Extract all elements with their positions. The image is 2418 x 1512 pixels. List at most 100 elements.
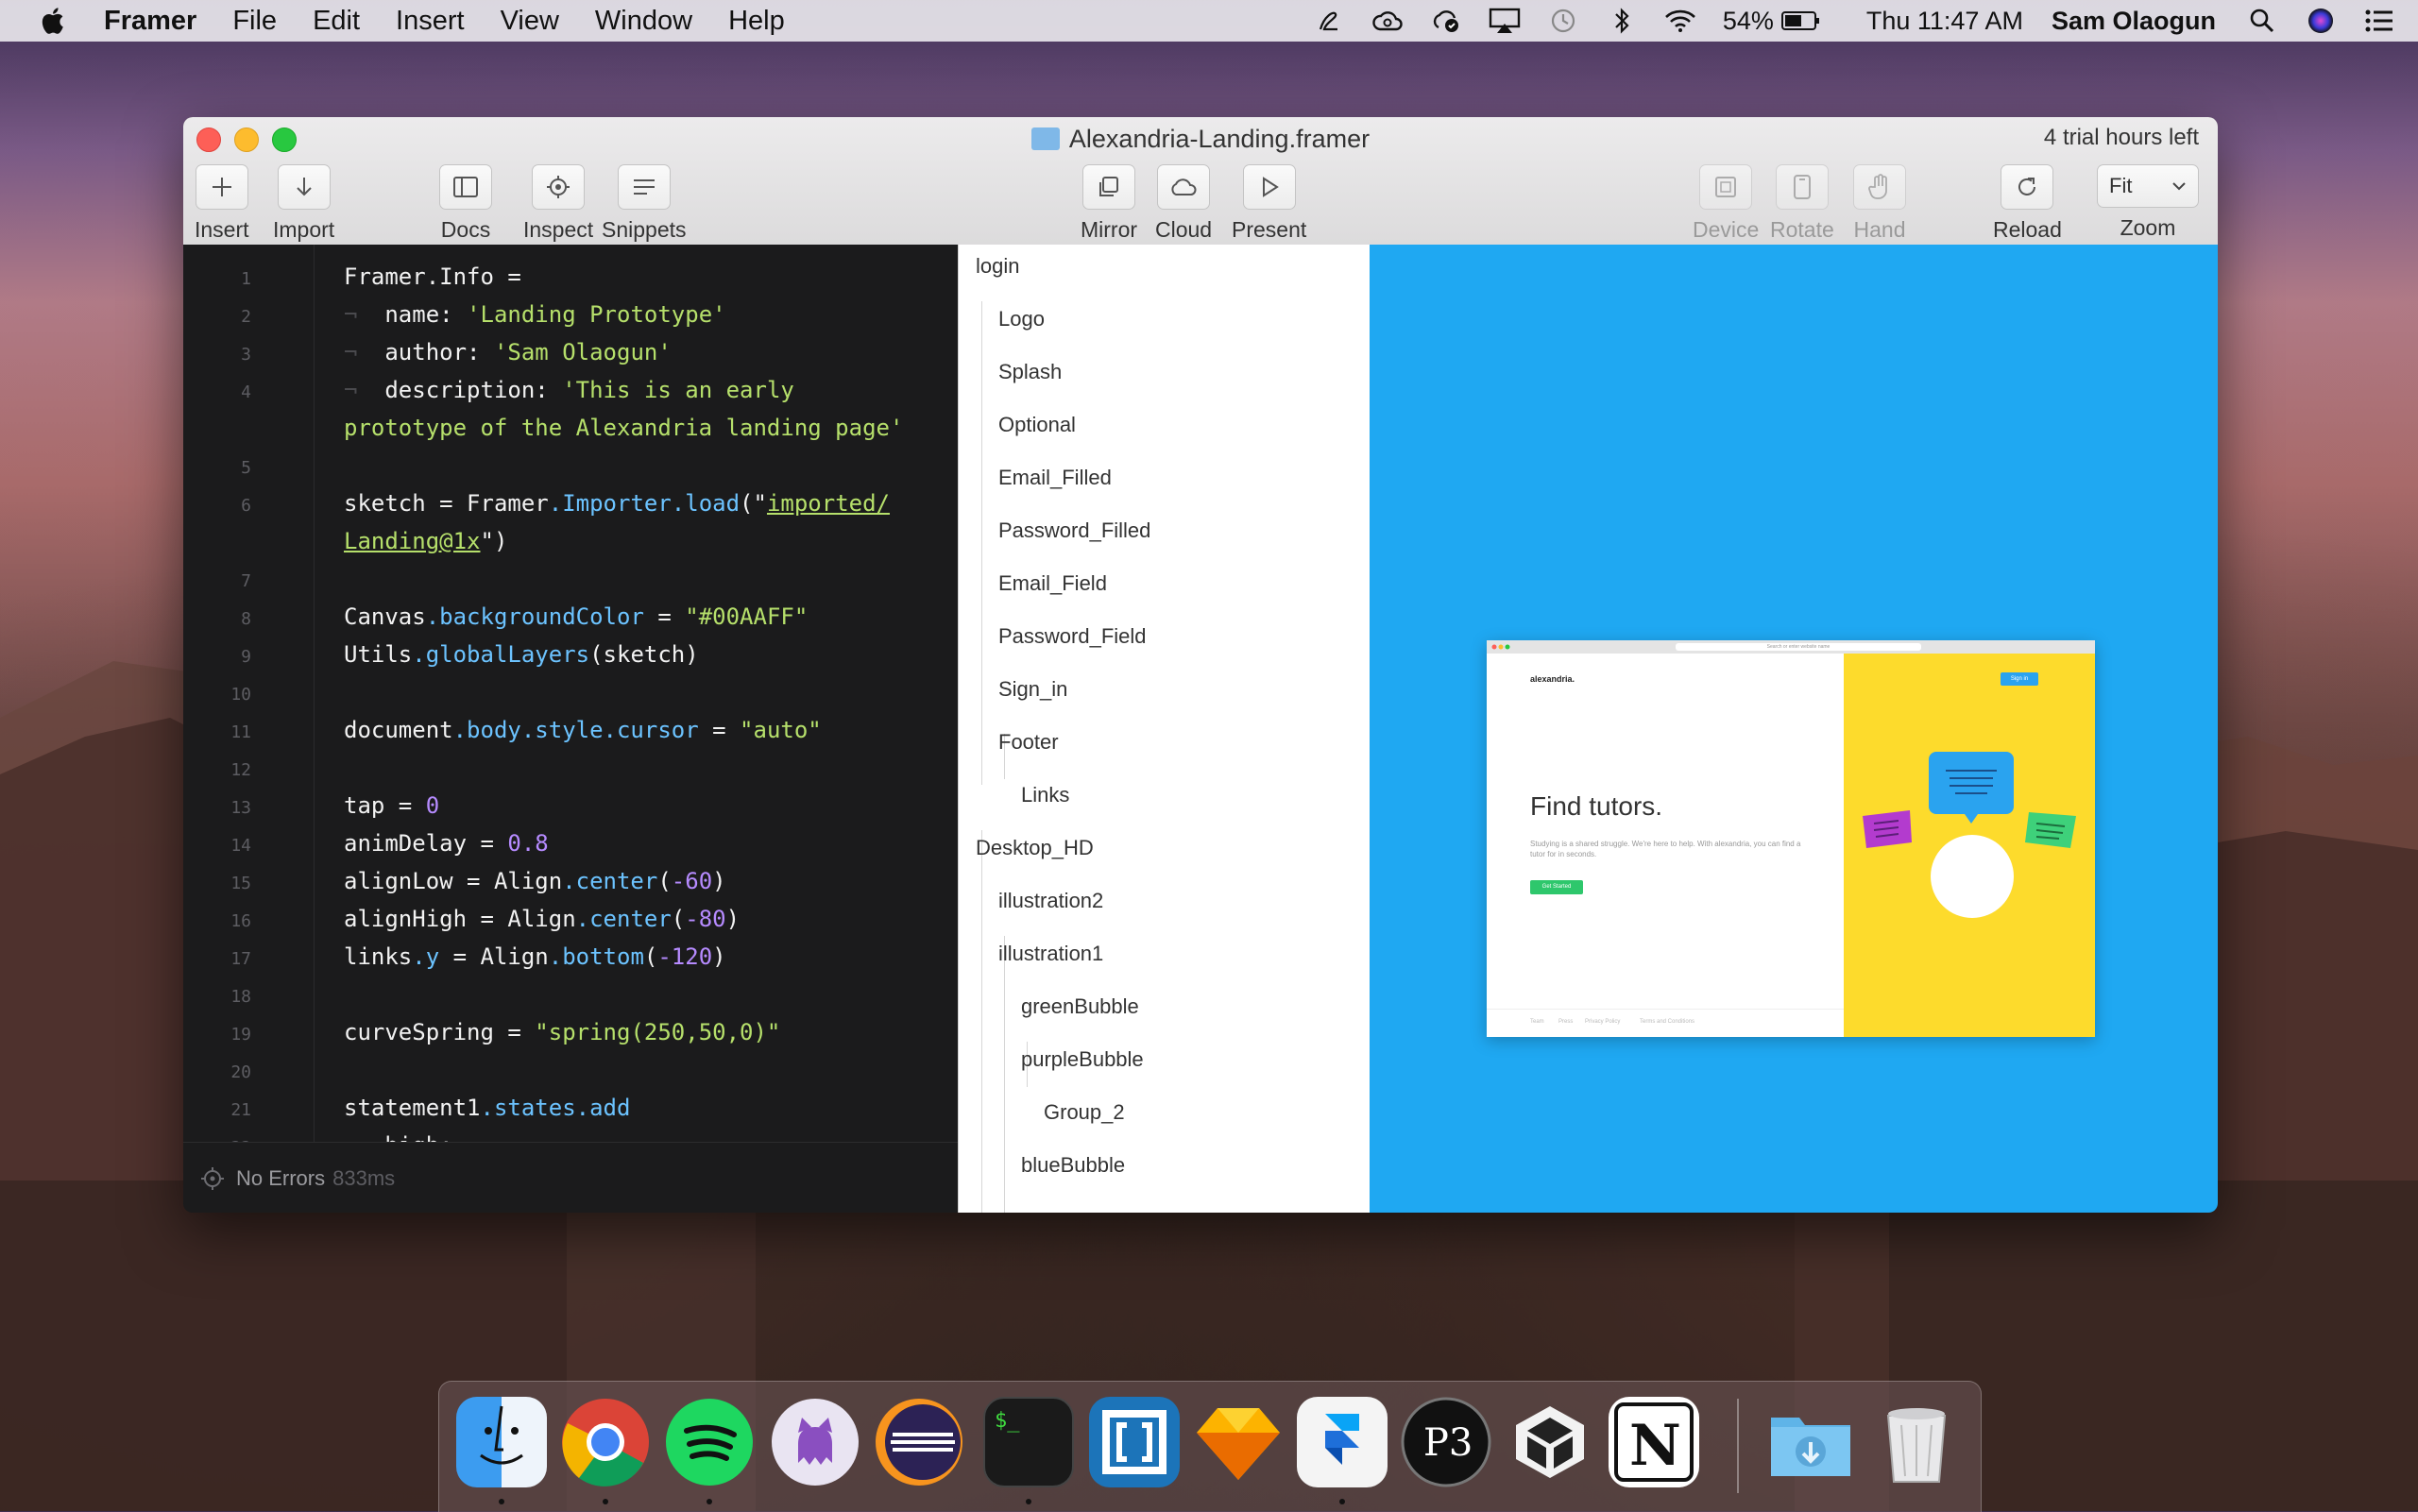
device-button[interactable]: Device xyxy=(1693,164,1759,243)
code-line: animDelay = 0.8 xyxy=(344,830,549,857)
trash-icon[interactable] xyxy=(1871,1397,1962,1487)
get-started-button[interactable]: Get Started xyxy=(1530,880,1583,894)
desktop-preview-frame[interactable]: Search or enter website name alexandria.… xyxy=(1487,640,2095,1037)
line-number: 6 xyxy=(241,496,251,516)
layer-footer[interactable]: Footer xyxy=(998,730,1059,755)
menu-edit[interactable]: Edit xyxy=(313,6,360,37)
layer-green-bubble[interactable]: greenBubble xyxy=(1021,994,1139,1019)
line-number: 20 xyxy=(230,1062,251,1082)
present-button[interactable]: Present xyxy=(1232,164,1306,243)
window-title: Alexandria-Landing.framer xyxy=(183,125,2218,154)
layer-login[interactable]: login xyxy=(976,254,1019,279)
layer-splash[interactable]: Splash xyxy=(998,360,1062,384)
wifi-icon[interactable] xyxy=(1664,7,1696,35)
brackets-icon[interactable] xyxy=(1089,1397,1180,1487)
line-number: 21 xyxy=(230,1100,251,1120)
menu-view[interactable]: View xyxy=(501,6,559,37)
bluetooth-icon[interactable] xyxy=(1606,7,1638,35)
framer-icon[interactable] xyxy=(1297,1397,1388,1487)
zoom-control[interactable]: Fit Zoom xyxy=(2097,164,2199,241)
downloads-folder-icon[interactable] xyxy=(1765,1397,1856,1487)
preview-canvas[interactable]: Search or enter website name alexandria.… xyxy=(1370,245,2218,1213)
p3-icon[interactable]: P3 xyxy=(1401,1397,1491,1487)
docs-button[interactable]: Docs xyxy=(439,164,492,243)
menubar-clock[interactable]: Thu 11:47 AM xyxy=(1866,7,2023,36)
hand-icon xyxy=(1868,174,1887,199)
github-desktop-icon[interactable] xyxy=(770,1397,860,1487)
line-number: 16 xyxy=(230,911,251,931)
layer-group-2[interactable]: Group_2 xyxy=(1044,1100,1125,1125)
zoom-value: Fit xyxy=(2109,174,2133,197)
footer-link[interactable]: Press xyxy=(1558,1019,1573,1025)
menu-help[interactable]: Help xyxy=(728,6,785,37)
layer-desktop-hd[interactable]: Desktop_HD xyxy=(976,836,1094,860)
layer-purple-bubble[interactable]: purpleBubble xyxy=(1021,1047,1144,1072)
code-editor[interactable]: 1 2 3 4 5 6 7 8 9 10 11 12 13 14 15 16 1… xyxy=(183,245,958,1165)
eclipse-icon[interactable] xyxy=(874,1397,964,1487)
alexandria-logo[interactable]: alexandria. xyxy=(1530,674,1575,684)
reload-button[interactable]: Reload xyxy=(1993,164,2062,243)
cloud-button[interactable]: Cloud xyxy=(1155,164,1212,243)
layer-email-field[interactable]: Email_Field xyxy=(998,571,1107,596)
menu-file[interactable]: File xyxy=(232,6,277,37)
apple-menu-icon[interactable] xyxy=(38,5,70,37)
footer-link[interactable]: Team xyxy=(1530,1019,1544,1025)
airplay-icon[interactable] xyxy=(1489,7,1521,35)
line-number-gutter: 1 2 3 4 5 6 7 8 9 10 11 12 13 14 15 16 1… xyxy=(183,245,315,1165)
rotate-button[interactable]: Rotate xyxy=(1770,164,1834,243)
siri-icon[interactable] xyxy=(2305,7,2337,35)
time-machine-icon[interactable] xyxy=(1547,7,1579,35)
footer-link[interactable]: Terms and Conditions xyxy=(1640,1019,1694,1025)
trial-hours-label[interactable]: 4 trial hours left xyxy=(2044,125,2199,151)
footer-link[interactable]: Privacy Policy xyxy=(1585,1019,1620,1025)
inspect-button[interactable]: Inspect xyxy=(523,164,593,243)
creative-cloud-icon[interactable] xyxy=(1371,7,1404,35)
layer-illustration2[interactable]: illustration2 xyxy=(998,889,1103,913)
layer-illustration1[interactable]: illustration1 xyxy=(998,942,1103,966)
zoom-label: Zoom xyxy=(2120,215,2176,240)
spotlight-icon[interactable] xyxy=(2246,7,2278,35)
code-line: Landing@1x") xyxy=(344,528,508,554)
spotify-icon[interactable] xyxy=(664,1397,755,1487)
zoom-select[interactable]: Fit xyxy=(2097,164,2199,208)
layer-password-field[interactable]: Password_Field xyxy=(998,624,1147,649)
mirror-button[interactable]: Mirror xyxy=(1081,164,1137,243)
menu-window[interactable]: Window xyxy=(595,6,692,37)
finder-icon[interactable] xyxy=(456,1397,547,1487)
line-number: 1 xyxy=(241,269,251,289)
import-button[interactable]: Import xyxy=(273,164,334,243)
code-line: Framer.Info = xyxy=(344,263,521,290)
battery-icon[interactable] xyxy=(1780,7,1821,35)
layer-password-filled[interactable]: Password_Filled xyxy=(998,518,1150,543)
dock: $_ P3 N xyxy=(438,1381,1982,1512)
layer-email-filled[interactable]: Email_Filled xyxy=(998,466,1112,490)
layer-blue-bubble[interactable]: blueBubble xyxy=(1021,1153,1125,1178)
sketch-icon[interactable] xyxy=(1193,1397,1284,1487)
layer-links[interactable]: Links xyxy=(1021,783,1069,807)
chevron-down-icon xyxy=(2172,182,2186,191)
app-menu[interactable]: Framer xyxy=(104,6,196,37)
layer-optional[interactable]: Optional xyxy=(998,413,1076,437)
reload-icon xyxy=(2018,178,2036,195)
hand-button[interactable]: Hand xyxy=(1853,164,1906,243)
layers-panel[interactable]: login Logo Splash Optional Email_Filled … xyxy=(958,245,1371,1213)
layer-logo[interactable]: Logo xyxy=(998,307,1045,331)
browser-url-bar[interactable]: Search or enter website name xyxy=(1676,643,1921,651)
layer-sign-in[interactable]: Sign_in xyxy=(998,677,1067,702)
notion-icon[interactable]: N xyxy=(1609,1397,1699,1487)
line-number: 7 xyxy=(241,571,251,591)
chrome-icon[interactable] xyxy=(560,1397,651,1487)
insert-button[interactable]: Insert xyxy=(195,164,249,243)
snippets-button[interactable]: Snippets xyxy=(602,164,687,243)
menu-insert[interactable]: Insert xyxy=(396,6,465,37)
battery-percentage[interactable]: 54% xyxy=(1723,7,1774,36)
window-titlebar: Alexandria-Landing.framer 4 trial hours … xyxy=(183,117,2218,246)
notification-center-icon[interactable] xyxy=(2363,7,2395,35)
terminal-icon[interactable]: $_ xyxy=(983,1397,1074,1487)
fast-user-switch[interactable]: Sam Olaogun xyxy=(2052,7,2216,36)
svg-text:$_: $_ xyxy=(995,1409,1020,1433)
chat-bubbles-illustration xyxy=(1863,752,2076,918)
unity-icon[interactable] xyxy=(1505,1397,1595,1487)
script-icon[interactable] xyxy=(1313,7,1345,35)
sync-icon[interactable] xyxy=(1430,7,1462,35)
